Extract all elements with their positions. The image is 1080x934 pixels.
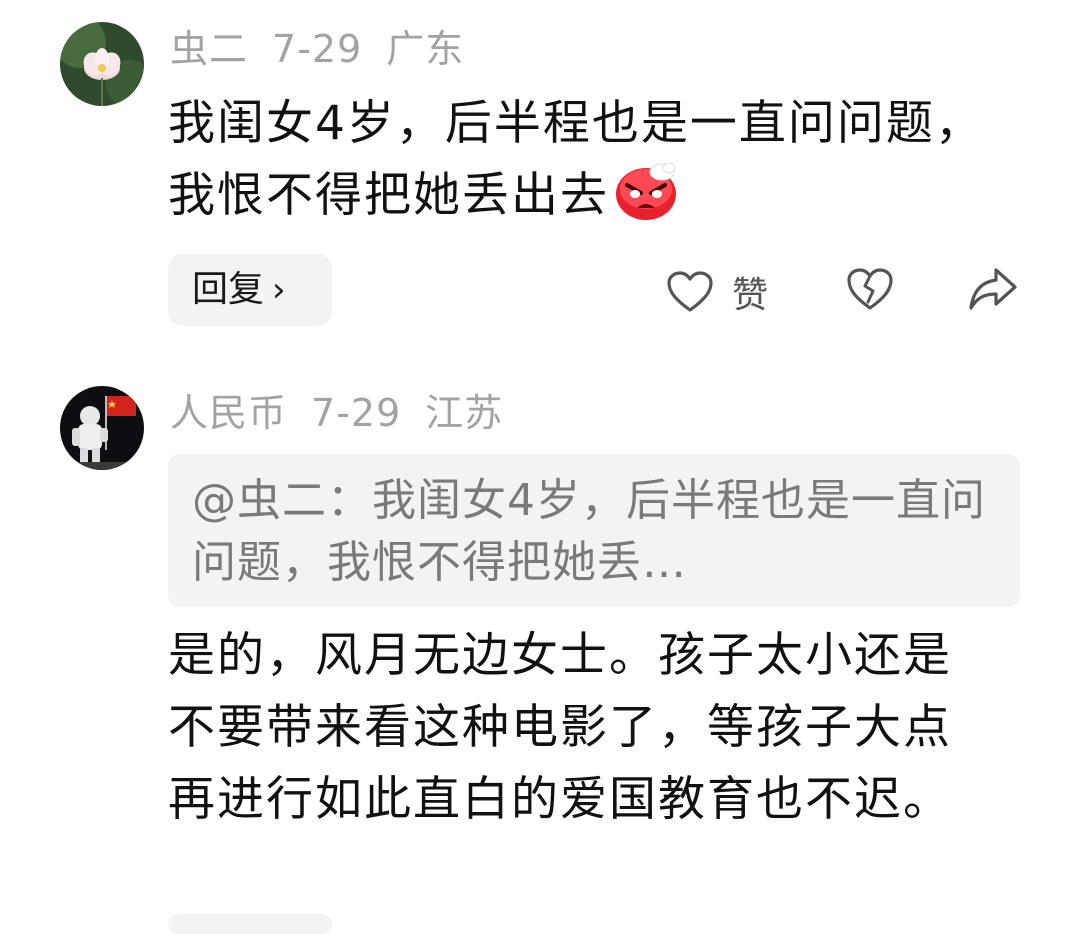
comment-location: 江苏 xyxy=(425,391,504,435)
heart-icon xyxy=(667,271,713,312)
reply-label: 回复 xyxy=(192,269,265,310)
dislike-button[interactable] xyxy=(846,266,894,312)
like-label: 赞 xyxy=(732,275,769,316)
comment-meta: 人民币 7-29 江苏 xyxy=(170,390,527,436)
comment-text-content: 我闺女4岁，后半程也是一直问问题，我恨不得把她丢出去 xyxy=(168,96,984,223)
author-name[interactable]: 人民币 xyxy=(170,391,287,435)
comment-text: 我闺女4岁，后半程也是一直问问题，我恨不得把她丢出去 xyxy=(168,88,998,232)
quoted-comment[interactable]: @虫二：我闺女4岁，后半程也是一直问问题，我恨不得把她丢… xyxy=(168,454,1020,607)
angry-face-emoji-icon xyxy=(613,162,679,221)
reply-button[interactable]: 回复 › xyxy=(168,254,332,326)
comment-date: 7-29 xyxy=(272,27,363,71)
quoted-text: @虫二：我闺女4岁，后半程也是一直问问题，我恨不得把她丢… xyxy=(192,475,986,588)
comment-item: 虫二 7-29 广东 我闺女4岁，后半程也是一直问问题，我恨不得把她丢出去 回复 › … xyxy=(0,0,1080,350)
share-arrow-icon xyxy=(969,268,1017,310)
author-name[interactable]: 虫二 xyxy=(170,27,248,71)
comment-text: 是的，风月无边女士。孩子太小还是不要带来看这种电影了，等孩子大点再进行如此直白的… xyxy=(168,620,998,836)
astronaut-avatar-image xyxy=(60,386,144,470)
avatar[interactable] xyxy=(60,386,144,470)
chevron-right-icon: › xyxy=(272,270,286,310)
comment-date: 7-29 xyxy=(311,391,402,435)
avatar[interactable] xyxy=(60,22,144,106)
like-button[interactable]: 赞 xyxy=(666,266,768,318)
comment-meta: 虫二 7-29 广东 xyxy=(170,26,488,72)
comment-text-content: 是的，风月无边女士。孩子太小还是不要带来看这种电影了，等孩子大点再进行如此直白的… xyxy=(168,628,952,827)
comment-item: 人民币 7-29 江苏 @虫二：我闺女4岁，后半程也是一直问问题，我恨不得把她丢… … xyxy=(0,350,1080,921)
broken-heart-icon xyxy=(847,268,893,310)
share-button[interactable] xyxy=(968,266,1018,312)
comment-location: 广东 xyxy=(386,27,465,71)
reply-button-partial[interactable] xyxy=(168,914,332,934)
lotus-avatar-image xyxy=(60,22,144,106)
